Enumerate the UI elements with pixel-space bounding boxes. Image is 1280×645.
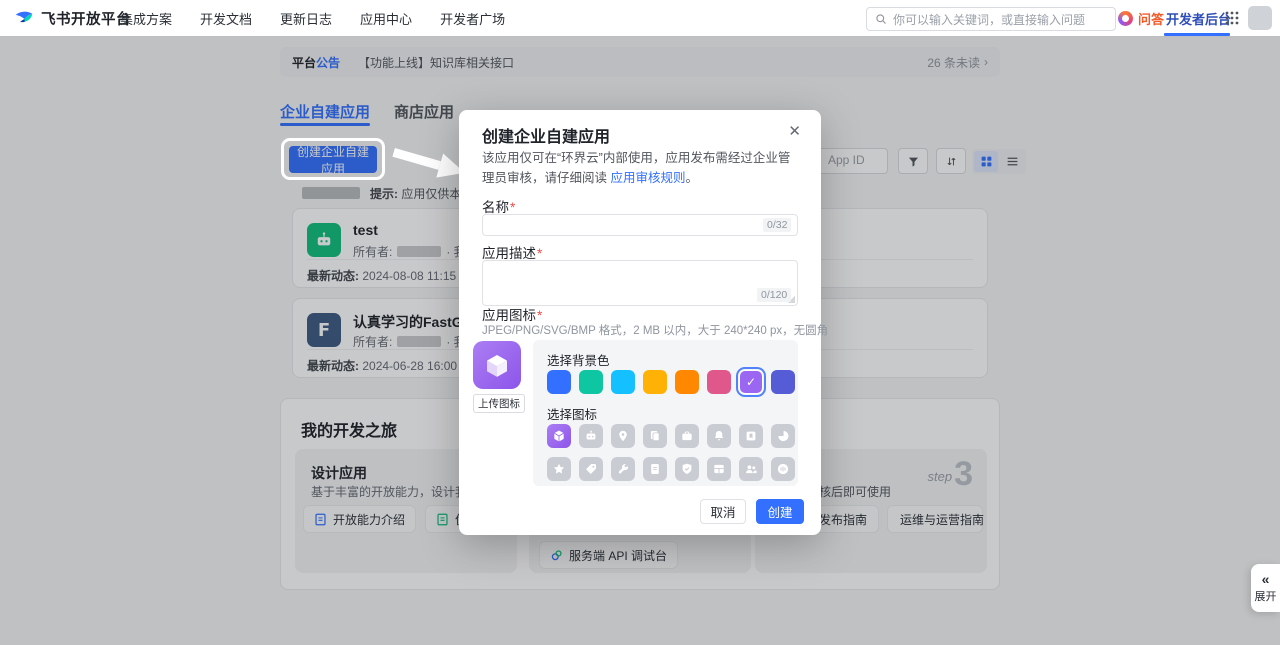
- modal-description: 该应用仅可在“环界云”内部使用，应用发布需经过企业管理员审核，请仔细阅读 应用审…: [482, 148, 800, 188]
- nav-item-dev-plaza[interactable]: 开发者广场: [440, 9, 505, 28]
- create-button[interactable]: 创建: [756, 499, 804, 524]
- double-chevron-left-icon: «: [1262, 572, 1270, 586]
- icon-format-hint: JPEG/PNG/SVG/BMP 格式，2 MB 以内，大于 240*240 p…: [482, 322, 828, 338]
- name-char-counter: 0/32: [763, 218, 791, 232]
- icon-option-documents[interactable]: [643, 424, 667, 448]
- user-avatar[interactable]: [1248, 6, 1272, 30]
- screen: 飞书开放平台 集成方案 开发文档 更新日志 应用中心 开发者广场 你可以输入关键…: [0, 0, 1280, 645]
- header-search-input[interactable]: 你可以输入关键词，或直接输入问题: [866, 7, 1116, 31]
- apps-grid-icon[interactable]: [1224, 10, 1240, 26]
- icon-option-robot[interactable]: [579, 424, 603, 448]
- icon-option-bell[interactable]: [707, 424, 731, 448]
- nav-item-changelog[interactable]: 更新日志: [280, 9, 332, 28]
- qa-ring-icon: [1118, 11, 1133, 26]
- feishu-logo-icon: [14, 8, 34, 28]
- create-app-modal: 创建企业自建应用 ✕ 该应用仅可在“环界云”内部使用，应用发布需经过企业管理员审…: [459, 110, 821, 535]
- icon-option-file[interactable]: [643, 457, 667, 481]
- color-swatch-purple-selected[interactable]: ✓: [739, 370, 763, 394]
- color-swatch-blue[interactable]: [547, 370, 571, 394]
- expand-label: 展开: [1255, 588, 1277, 604]
- brand[interactable]: 飞书开放平台: [14, 0, 131, 36]
- icon-option-pin[interactable]: [611, 424, 635, 448]
- icon-option-star[interactable]: [547, 457, 571, 481]
- color-swatch-green[interactable]: [579, 370, 603, 394]
- icon-option-wrench[interactable]: [611, 457, 635, 481]
- color-swatch-pink[interactable]: [707, 370, 731, 394]
- icon-option-users[interactable]: [739, 457, 763, 481]
- main-nav: 集成方案 开发文档 更新日志 应用中心 开发者广场: [120, 0, 505, 36]
- icon-select-label: 选择图标: [547, 404, 597, 423]
- color-swatch-indigo[interactable]: [771, 370, 795, 394]
- nav-item-app-center[interactable]: 应用中心: [360, 9, 412, 28]
- upload-icon-button[interactable]: 上传图标: [473, 394, 525, 413]
- close-icon[interactable]: ✕: [788, 122, 801, 140]
- qa-link[interactable]: 问答: [1118, 0, 1164, 36]
- description-textarea[interactable]: [482, 260, 798, 306]
- app-icon-preview: [473, 341, 521, 389]
- header-search-placeholder: 你可以输入关键词，或直接输入问题: [893, 11, 1085, 28]
- icon-option-cube[interactable]: [547, 424, 571, 448]
- icon-option-briefcase[interactable]: [675, 424, 699, 448]
- expand-panel-tab[interactable]: « 展开: [1251, 564, 1280, 612]
- review-rules-link[interactable]: 应用审核规则: [610, 171, 685, 185]
- modal-title: 创建企业自建应用: [482, 123, 610, 147]
- icon-option-shield[interactable]: [675, 457, 699, 481]
- nav-item-docs[interactable]: 开发文档: [200, 9, 252, 28]
- search-icon: [875, 13, 887, 25]
- color-swatch-orange[interactable]: [675, 370, 699, 394]
- description-label: 应用描述*: [482, 242, 542, 262]
- icon-option-toggle[interactable]: [771, 457, 795, 481]
- app-icon-label: 应用图标*: [482, 304, 542, 324]
- icon-option-bookmark[interactable]: [739, 424, 763, 448]
- bg-color-label: 选择背景色: [547, 350, 610, 369]
- brand-name: 飞书开放平台: [41, 8, 131, 29]
- developer-console-link[interactable]: 开发者后台: [1166, 0, 1231, 36]
- name-label: 名称*: [482, 196, 515, 216]
- description-char-counter: 0/120: [757, 288, 791, 302]
- nav-item-integration[interactable]: 集成方案: [120, 9, 172, 28]
- icon-option-pie[interactable]: [771, 424, 795, 448]
- name-input[interactable]: [482, 214, 798, 236]
- cancel-button[interactable]: 取消: [700, 499, 746, 524]
- icon-option-tag[interactable]: [579, 457, 603, 481]
- icon-option-layout[interactable]: [707, 457, 731, 481]
- icon-picker-panel: 选择背景色 ✓ 选择图标: [533, 340, 798, 486]
- top-navbar: 飞书开放平台 集成方案 开发文档 更新日志 应用中心 开发者广场 你可以输入关键…: [0, 0, 1280, 37]
- cube-icon: [482, 350, 512, 380]
- annotation-highlight-box: [281, 138, 385, 180]
- color-swatch-yellow[interactable]: [643, 370, 667, 394]
- color-swatch-cyan[interactable]: [611, 370, 635, 394]
